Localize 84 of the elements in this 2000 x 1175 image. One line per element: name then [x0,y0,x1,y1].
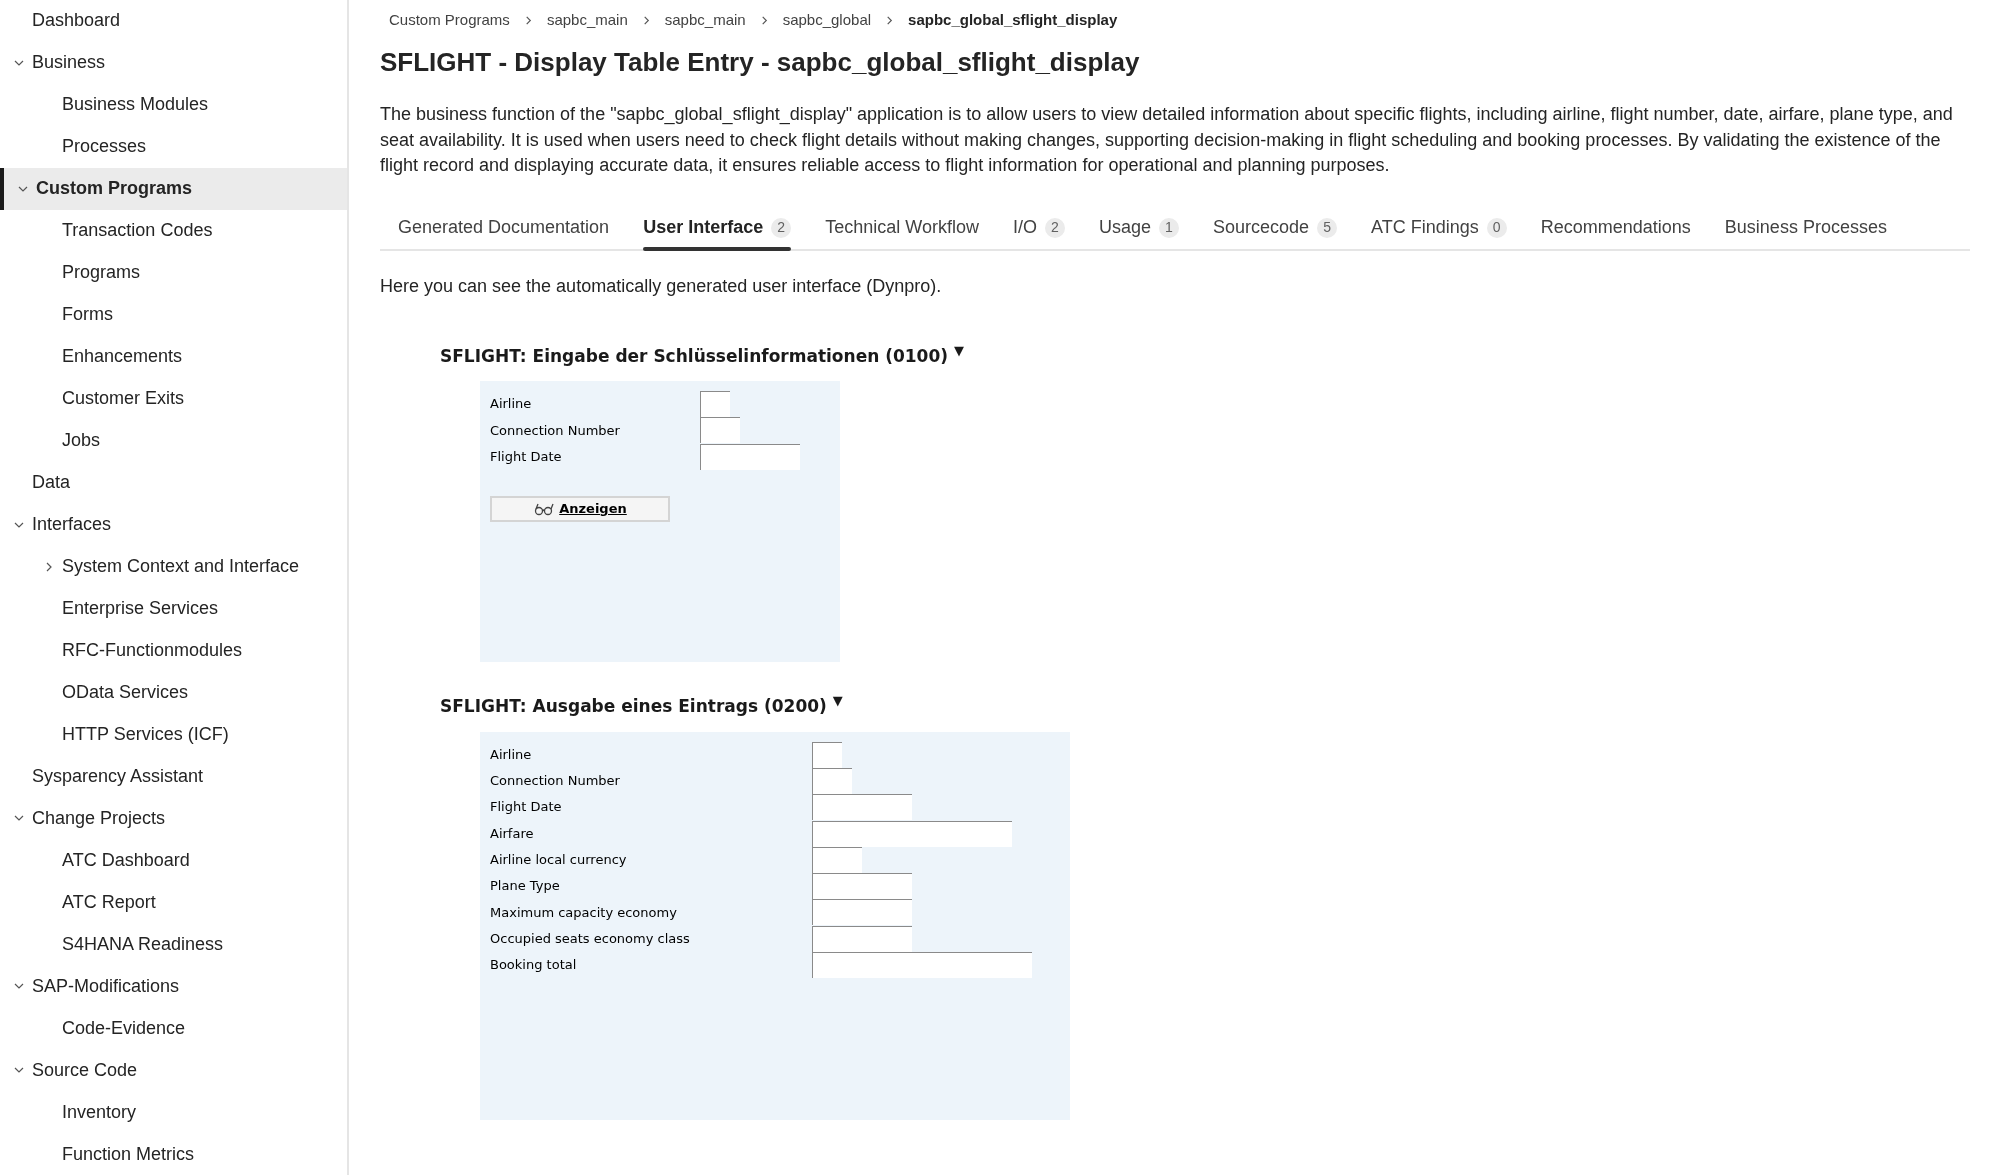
sidebar-item[interactable]: Enhancements [0,335,347,378]
count-badge: 0 [1486,217,1507,238]
input-field[interactable] [812,794,912,821]
sidebar-item[interactable]: RFC-Functionmodules [0,629,347,672]
input-field[interactable] [812,873,912,900]
field-label: Booking total [490,956,578,975]
field-label: Airfare [490,824,535,843]
field-label: Occupied seats economy class [490,929,691,948]
sidebar-item[interactable]: Code-Evidence [0,1007,347,1050]
tab[interactable]: I/O 2 [1012,206,1065,249]
sidebar-item[interactable]: ATC Dashboard [0,839,347,882]
breadcrumb-link[interactable]: sapbc_main [664,8,746,32]
field-label: Flight Date [490,798,563,817]
sidebar-item[interactable]: Inventory [0,1091,347,1134]
sidebar-item[interactable]: Customer Exits [0,377,347,420]
input-field[interactable] [700,391,730,418]
sidebar-item[interactable]: Function Metrics [0,1133,347,1175]
input-field[interactable] [812,767,852,794]
field-label: Airline [490,745,533,764]
description-paragraph: The business function of the "sapbc_global_sflight_display" application is to allow users to view detailed information about specific flights, including airline, flight number, date, airfare, plane type, and seat availability. It is used when users need to check flight details without making changes, supporting decision-making in flight scheduling and booking processes. By validating the existence of the flight record and displaying accurate data, it ensures reliable access to flight information for operational and planning purposes. [380,103,1954,177]
field-label: Flight Date [490,448,563,466]
input-field[interactable] [812,899,912,926]
display-button[interactable]: Anzeigen [490,495,670,522]
page-title: SFLIGHT - Display Table Entry - sapbc_global_sflight_display [380,46,1141,79]
tab[interactable]: Generated Documentation [398,206,610,249]
screen-title: SFLIGHT: Eingabe der Schlüsselinformationen (0100) [440,344,949,368]
field-label: Airline [490,395,533,414]
field-label: Connection Number [490,421,621,440]
collapse-toggle[interactable]: ▼ [954,340,965,360]
tab[interactable]: Technical Workflow [825,206,979,249]
chevron-right-icon [641,15,651,25]
input-field[interactable] [812,925,912,952]
chevron-right-icon [759,15,769,25]
sidebar-item[interactable]: Programs [0,251,347,294]
sidebar-item[interactable]: Interfaces [0,503,347,546]
count-badge: 2 [1044,217,1065,238]
sidebar-item[interactable]: Custom Programs [0,167,347,210]
sidebar-item[interactable]: Sysparency Assistant [0,755,347,798]
sidebar-item[interactable]: S4HANA Readiness [0,923,347,966]
sidebar-item[interactable]: System Context and Interface [0,545,347,588]
intro-text: Here you can see the automatically generated user interface (Dynpro). [380,274,943,298]
tab[interactable]: Sourcecode 5 [1213,206,1338,249]
sidebar-item[interactable]: Processes [0,125,347,168]
tab[interactable]: Recommendations [1540,206,1691,249]
sidebar-item[interactable]: Change Projects [0,797,347,840]
count-badge: 5 [1317,217,1338,238]
sidebar-item[interactable]: Enterprise Services [0,587,347,630]
collapse-toggle[interactable]: ▼ [832,691,843,711]
input-field[interactable] [812,952,1032,978]
input-field[interactable] [700,417,740,444]
input-field[interactable] [700,443,800,470]
sidebar-item[interactable]: Jobs [0,419,347,462]
sidebar-item[interactable]: HTTP Services (ICF) [0,713,347,756]
count-badge: 2 [771,217,792,238]
tab[interactable]: ATC Findings 0 [1371,206,1507,249]
tab[interactable]: Business Processes [1724,206,1887,249]
field-label: Connection Number [490,772,621,791]
screen-title: SFLIGHT: Ausgabe eines Eintrags (0200) [440,695,827,718]
sidebar-item[interactable]: Data [0,461,347,504]
sidebar-item[interactable]: OData Services [0,671,347,714]
breadcrumb-link[interactable]: sapbc_global [782,8,872,32]
chevron-right-icon [885,15,895,25]
input-field[interactable] [812,820,1012,847]
sidebar-item[interactable]: ATC Report [0,881,347,924]
tab[interactable]: Usage 1 [1098,206,1179,249]
sidebar-item[interactable]: Business [0,41,347,84]
sidebar-item[interactable]: Dashboard [0,0,347,42]
sidebar-item[interactable]: Transaction Codes [0,209,347,252]
input-field[interactable] [812,741,842,768]
field-label: Maximum capacity economy [490,903,678,922]
count-badge: 1 [1159,217,1179,238]
input-field[interactable] [812,846,862,873]
chevron-right-icon [523,15,533,25]
sidebar-item[interactable]: Forms [0,293,347,336]
sidebar-item[interactable]: Source Code [0,1049,347,1092]
glasses-icon [533,501,556,516]
sidebar-item[interactable]: SAP-Modifications [0,965,347,1008]
tab[interactable]: User Interface 2 [643,206,792,249]
field-label: Airline local currency [490,851,628,870]
field-label: Plane Type [490,877,561,896]
sidebar-item[interactable]: Business Modules [0,83,347,126]
breadcrumb-link[interactable]: Custom Programs [389,8,510,32]
breadcrumb-link[interactable]: sapbc_global_sflight_display [908,8,1118,32]
breadcrumb-link[interactable]: sapbc_main [546,8,628,32]
